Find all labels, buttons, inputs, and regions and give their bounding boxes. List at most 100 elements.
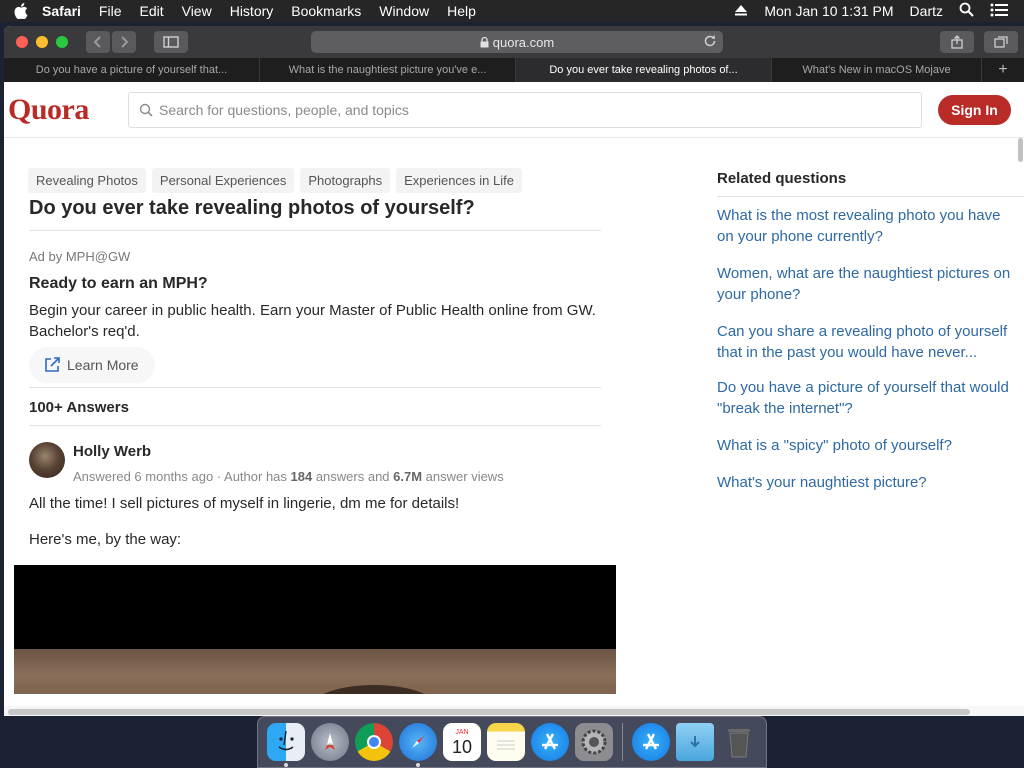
new-tab-plus-icon[interactable]: + xyxy=(982,58,1024,82)
answers-count[interactable]: 100+ Answers xyxy=(29,399,129,416)
menu-view[interactable]: View xyxy=(182,3,212,19)
menu-bar: Safari File Edit View History Bookmarks … xyxy=(0,0,1024,22)
share-button[interactable] xyxy=(940,31,974,53)
url-text: quora.com xyxy=(492,34,555,50)
menu-bookmarks[interactable]: Bookmarks xyxy=(291,3,361,19)
running-indicator xyxy=(284,763,288,767)
ad-body[interactable]: Begin your career in public health. Earn… xyxy=(29,300,601,342)
answer-meta: Answered 6 months ago · Author has 184 a… xyxy=(73,469,504,484)
menu-help[interactable]: Help xyxy=(447,3,476,19)
related-questions-list: What is the most revealing photo you hav… xyxy=(717,205,1017,509)
ad-sponsor[interactable]: Ad by MPH@GW xyxy=(29,249,130,264)
divider xyxy=(29,230,601,231)
close-window-button[interactable] xyxy=(16,36,28,48)
show-all-tabs-button[interactable] xyxy=(984,31,1018,53)
forward-button[interactable] xyxy=(112,31,136,53)
dock-separator xyxy=(622,723,623,761)
tab-bar: Do you have a picture of yourself that..… xyxy=(4,58,1024,82)
lock-icon xyxy=(480,36,489,48)
tab-3-active[interactable]: Do you ever take revealing photos of... xyxy=(516,58,772,82)
running-indicator xyxy=(416,763,420,767)
related-question-link[interactable]: Women, what are the naughtiest pictures … xyxy=(717,263,1017,305)
trash-icon[interactable] xyxy=(720,723,758,761)
search-icon xyxy=(139,103,153,117)
zoom-window-button[interactable] xyxy=(56,36,68,48)
menu-history[interactable]: History xyxy=(230,3,274,19)
calendar-month: JAN xyxy=(455,728,469,736)
user-name[interactable]: Dartz xyxy=(910,3,943,19)
learn-more-label: Learn More xyxy=(67,357,139,373)
answer-paragraph: Here's me, by the way: xyxy=(29,531,182,548)
menu-file[interactable]: File xyxy=(99,3,122,19)
window-controls xyxy=(16,36,76,48)
safari-compass-icon[interactable] xyxy=(399,723,437,767)
notes-icon[interactable] xyxy=(487,723,525,761)
related-question-link[interactable]: Do you have a picture of yourself that w… xyxy=(717,377,1017,419)
meta-suffix: answer views xyxy=(422,469,504,484)
app-store-download-icon[interactable] xyxy=(632,723,670,761)
related-question-link[interactable]: Can you share a revealing photo of yours… xyxy=(717,321,1017,363)
sign-in-button[interactable]: Sign In xyxy=(938,95,1011,125)
finder-icon[interactable] xyxy=(267,723,305,767)
app-store-icon[interactable] xyxy=(531,723,569,761)
divider xyxy=(29,387,601,388)
related-question-link[interactable]: What is a "spicy" photo of yourself? xyxy=(717,435,1017,456)
divider xyxy=(29,425,601,426)
quora-logo[interactable]: Quora xyxy=(8,93,89,127)
external-link-icon xyxy=(43,356,61,374)
tab-4[interactable]: What's New in macOS Mojave xyxy=(772,58,982,82)
quora-header: Quora Search for questions, people, and … xyxy=(4,82,1024,138)
meta-prefix: Answered 6 months ago · Author has xyxy=(73,469,291,484)
reload-icon[interactable] xyxy=(703,34,717,51)
horizontal-scrollbar[interactable] xyxy=(4,706,1024,716)
launchpad-icon[interactable] xyxy=(311,723,349,761)
safari-window: quora.com Do you have a picture of yours… xyxy=(4,26,1024,716)
answer-photo[interactable] xyxy=(14,565,616,694)
divider xyxy=(717,196,1024,197)
vertical-scrollbar[interactable] xyxy=(1018,138,1024,694)
address-bar[interactable]: quora.com xyxy=(311,31,723,53)
minimize-window-button[interactable] xyxy=(36,36,48,48)
calendar-icon[interactable]: JAN 10 xyxy=(443,723,481,761)
views-number: 6.7M xyxy=(393,469,423,484)
downloads-folder-icon[interactable] xyxy=(676,723,714,761)
search-input[interactable]: Search for questions, people, and topics xyxy=(128,92,922,128)
scrollbar-thumb[interactable] xyxy=(8,709,970,715)
chrome-icon[interactable] xyxy=(355,723,393,761)
browser-toolbar: quora.com xyxy=(4,26,1024,58)
system-preferences-icon[interactable] xyxy=(575,723,613,761)
menu-edit[interactable]: Edit xyxy=(139,3,163,19)
back-button[interactable] xyxy=(86,31,110,53)
learn-more-button[interactable]: Learn More xyxy=(29,347,155,383)
notification-center-icon[interactable] xyxy=(990,3,1008,20)
eject-icon[interactable] xyxy=(734,3,748,19)
author-name[interactable]: Holly Werb xyxy=(73,443,151,460)
page-content: Revealing Photos Personal Experiences Ph… xyxy=(4,138,1024,694)
topic-chip[interactable]: Photographs xyxy=(300,168,391,193)
related-question-link[interactable]: What's your naughtiest picture? xyxy=(717,472,1017,493)
topic-chip[interactable]: Experiences in Life xyxy=(396,168,522,193)
dock: JAN 10 xyxy=(257,716,767,768)
related-question-link[interactable]: What is the most revealing photo you hav… xyxy=(717,205,1017,247)
menu-window[interactable]: Window xyxy=(379,3,429,19)
clock-text[interactable]: Mon Jan 10 1:31 PM xyxy=(764,3,893,19)
topic-chip[interactable]: Personal Experiences xyxy=(151,168,295,193)
spotlight-search-icon[interactable] xyxy=(959,2,974,20)
apple-menu-icon[interactable] xyxy=(0,3,42,19)
menu-app-name[interactable]: Safari xyxy=(42,3,81,19)
search-placeholder: Search for questions, people, and topics xyxy=(159,102,409,118)
sidebar-toggle-button[interactable] xyxy=(154,31,188,53)
topic-chip[interactable]: Revealing Photos xyxy=(28,168,146,193)
tab-1[interactable]: Do you have a picture of yourself that..… xyxy=(4,58,260,82)
question-title[interactable]: Do you ever take revealing photos of you… xyxy=(29,197,475,220)
answer-paragraph: All the time! I sell pictures of myself … xyxy=(29,495,460,512)
answers-number: 184 xyxy=(290,469,313,484)
related-questions-heading: Related questions xyxy=(717,170,847,187)
avatar[interactable] xyxy=(29,442,65,478)
photo-area xyxy=(14,649,616,694)
calendar-day: 10 xyxy=(451,736,473,757)
ad-title[interactable]: Ready to earn an MPH? xyxy=(29,275,208,293)
meta-mid: answers and xyxy=(312,469,394,484)
tab-2[interactable]: What is the naughtiest picture you've e.… xyxy=(260,58,516,82)
scrollbar-thumb[interactable] xyxy=(1018,138,1023,162)
